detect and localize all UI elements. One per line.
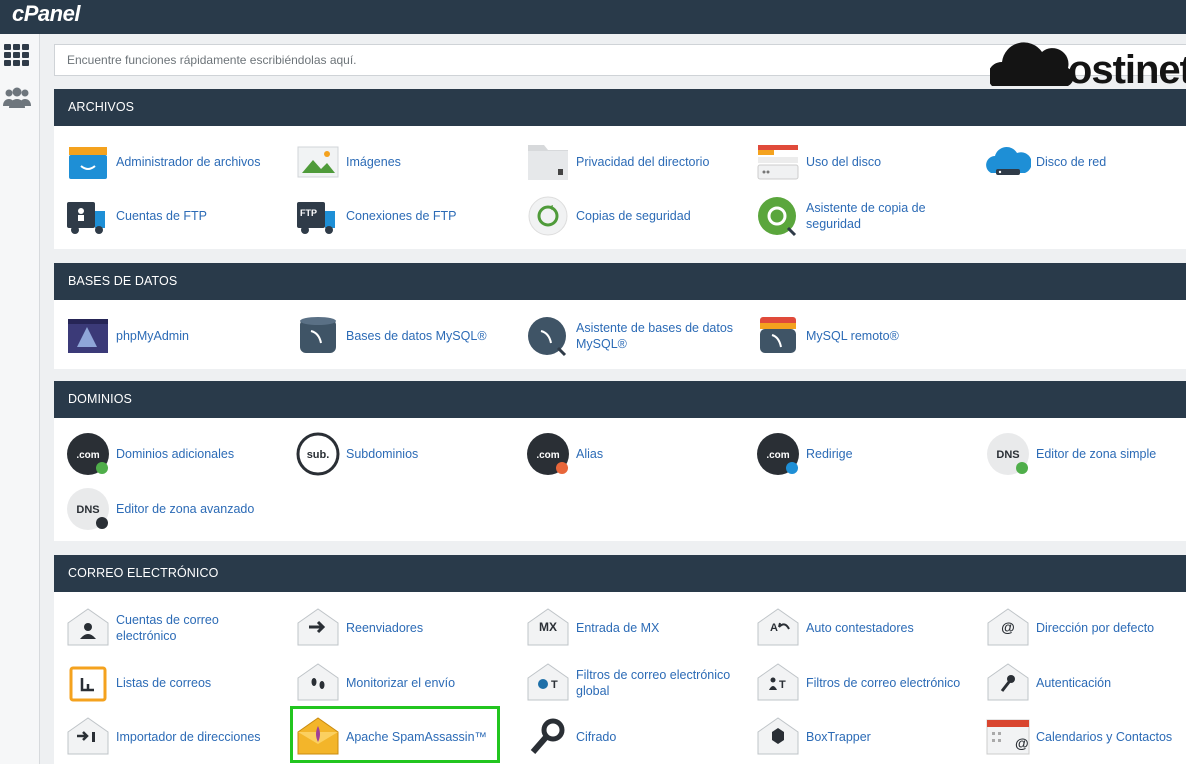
mysql-databases-link[interactable]: Bases de datos MySQL®	[295, 313, 487, 359]
subdomains-link[interactable]: sub. Subdominios	[295, 431, 418, 477]
images-link[interactable]: Imágenes	[295, 139, 401, 185]
ftp-accounts-icon	[65, 193, 111, 239]
mysql-wizard-icon	[525, 313, 571, 359]
svg-text:A: A	[770, 622, 778, 634]
phpmyadmin-icon	[65, 313, 111, 359]
encryption-key-icon	[525, 714, 571, 760]
svg-text:.com: .com	[766, 450, 789, 461]
images-icon	[295, 139, 341, 185]
email-accounts-link[interactable]: Cuentas de correo electrónico	[65, 605, 246, 651]
encryption-link[interactable]: Cifrado	[525, 714, 616, 760]
svg-text:T: T	[779, 679, 786, 691]
file-manager-icon	[65, 139, 111, 185]
email-filters-link[interactable]: T Filtros de correo electrónico	[755, 660, 960, 706]
svg-text:.com: .com	[536, 450, 559, 461]
mailing-lists-icon	[65, 660, 111, 706]
backup-icon	[525, 193, 571, 239]
forwarders-icon	[295, 605, 341, 651]
svg-text:@: @	[1001, 619, 1015, 635]
mx-entry-icon: MX	[525, 605, 571, 651]
boxtrapper-link[interactable]: BoxTrapper	[755, 714, 871, 760]
backup-link[interactable]: Copias de seguridad	[525, 193, 691, 239]
directory-privacy-link[interactable]: Privacidad del directorio	[525, 139, 709, 185]
disk-usage-link[interactable]: Uso del disco	[755, 139, 881, 185]
section-domains: DOMINIOS .com Dominios adicionales sub. …	[54, 381, 1186, 541]
web-disk-icon	[985, 139, 1031, 185]
email-accounts-icon	[65, 605, 111, 651]
cpanel-logo[interactable]: cPanel	[12, 1, 80, 27]
svg-text:MX: MX	[539, 620, 557, 634]
default-address-link[interactable]: @ Dirección por defecto	[985, 605, 1154, 651]
mx-entry-link[interactable]: MX Entrada de MX	[525, 605, 659, 651]
mysql-databases-icon	[295, 313, 341, 359]
svg-text:.com: .com	[76, 450, 99, 461]
apps-grid-icon[interactable]	[3, 42, 31, 70]
section-title: CORREO ELECTRÓNICO	[54, 555, 1186, 592]
section-title: DOMINIOS	[54, 381, 1186, 418]
section-email: CORREO ELECTRÓNICO Cuentas de correo ele…	[54, 555, 1186, 764]
track-delivery-link[interactable]: Monitorizar el envío	[295, 660, 455, 706]
phpmyadmin-link[interactable]: phpMyAdmin	[65, 313, 189, 359]
mailing-lists-link[interactable]: Listas de correos	[65, 660, 211, 706]
redirects-link[interactable]: .com Redirige	[755, 431, 853, 477]
authentication-link[interactable]: Autenticación	[985, 660, 1111, 706]
autoresponders-icon: A	[755, 605, 801, 651]
left-sidebar	[0, 34, 40, 764]
svg-text:DNS: DNS	[76, 504, 99, 516]
calendars-contacts-icon: @	[985, 714, 1031, 760]
aliases-link[interactable]: .com Alias	[525, 431, 603, 477]
aliases-icon: .com	[525, 431, 571, 477]
forwarders-link[interactable]: Reenviadores	[295, 605, 423, 651]
web-disk-link[interactable]: Disco de red	[985, 139, 1106, 185]
addon-domains-icon: .com	[65, 431, 111, 477]
global-email-filters-link[interactable]: T Filtros de correo electrónico global	[525, 660, 746, 706]
ftp-accounts-link[interactable]: Cuentas de FTP	[65, 193, 207, 239]
simple-zone-editor-icon: DNS	[985, 431, 1031, 477]
section-databases: BASES DE DATOS phpMyAdmin Bases de datos…	[54, 263, 1186, 369]
svg-text:FTP: FTP	[300, 208, 317, 218]
autoresponders-link[interactable]: A Auto contestadores	[755, 605, 914, 651]
svg-text:DNS: DNS	[996, 449, 1019, 461]
address-importer-link[interactable]: Importador de direcciones	[65, 714, 261, 760]
global-email-filters-icon: T	[525, 660, 571, 706]
ftp-connections-icon: FTP	[295, 193, 341, 239]
ftp-connections-link[interactable]: FTP Conexiones de FTP	[295, 193, 456, 239]
brand-name: Hostinet	[1040, 48, 1186, 92]
email-filters-icon: T	[755, 660, 801, 706]
section-title: ARCHIVOS	[54, 89, 1186, 126]
remote-mysql-link[interactable]: MySQL remoto®	[755, 313, 899, 359]
file-manager-link[interactable]: Administrador de archivos	[65, 139, 261, 185]
boxtrapper-icon	[755, 714, 801, 760]
spamassassin-highlight-box	[290, 706, 500, 763]
hostinet-logo: Hostinet	[990, 28, 1186, 92]
advanced-zone-editor-link[interactable]: DNS Editor de zona avanzado	[65, 486, 254, 532]
directory-privacy-icon	[525, 139, 571, 185]
backup-wizard-icon	[755, 193, 801, 239]
mysql-wizard-link[interactable]: Asistente de bases de datos MySQL®	[525, 313, 746, 359]
addon-domains-link[interactable]: .com Dominios adicionales	[65, 431, 234, 477]
redirects-icon: .com	[755, 431, 801, 477]
authentication-icon	[985, 660, 1031, 706]
simple-zone-editor-link[interactable]: DNS Editor de zona simple	[985, 431, 1156, 477]
remote-mysql-icon	[755, 313, 801, 359]
default-address-icon: @	[985, 605, 1031, 651]
svg-text:T: T	[551, 679, 558, 691]
address-importer-icon	[65, 714, 111, 760]
calendars-contacts-link[interactable]: @ Calendarios y Contactos	[985, 714, 1172, 760]
section-files: ARCHIVOS Administrador de archivos Imáge…	[54, 89, 1186, 249]
svg-text:@: @	[1015, 735, 1029, 751]
advanced-zone-editor-icon: DNS	[65, 486, 111, 532]
users-icon[interactable]	[3, 84, 31, 112]
backup-wizard-link[interactable]: Asistente de copia de seguridad	[755, 193, 946, 239]
subdomains-icon: sub.	[295, 431, 341, 477]
track-delivery-icon	[295, 660, 341, 706]
svg-text:sub.: sub.	[307, 449, 330, 461]
section-title: BASES DE DATOS	[54, 263, 1186, 300]
disk-usage-icon	[755, 139, 801, 185]
